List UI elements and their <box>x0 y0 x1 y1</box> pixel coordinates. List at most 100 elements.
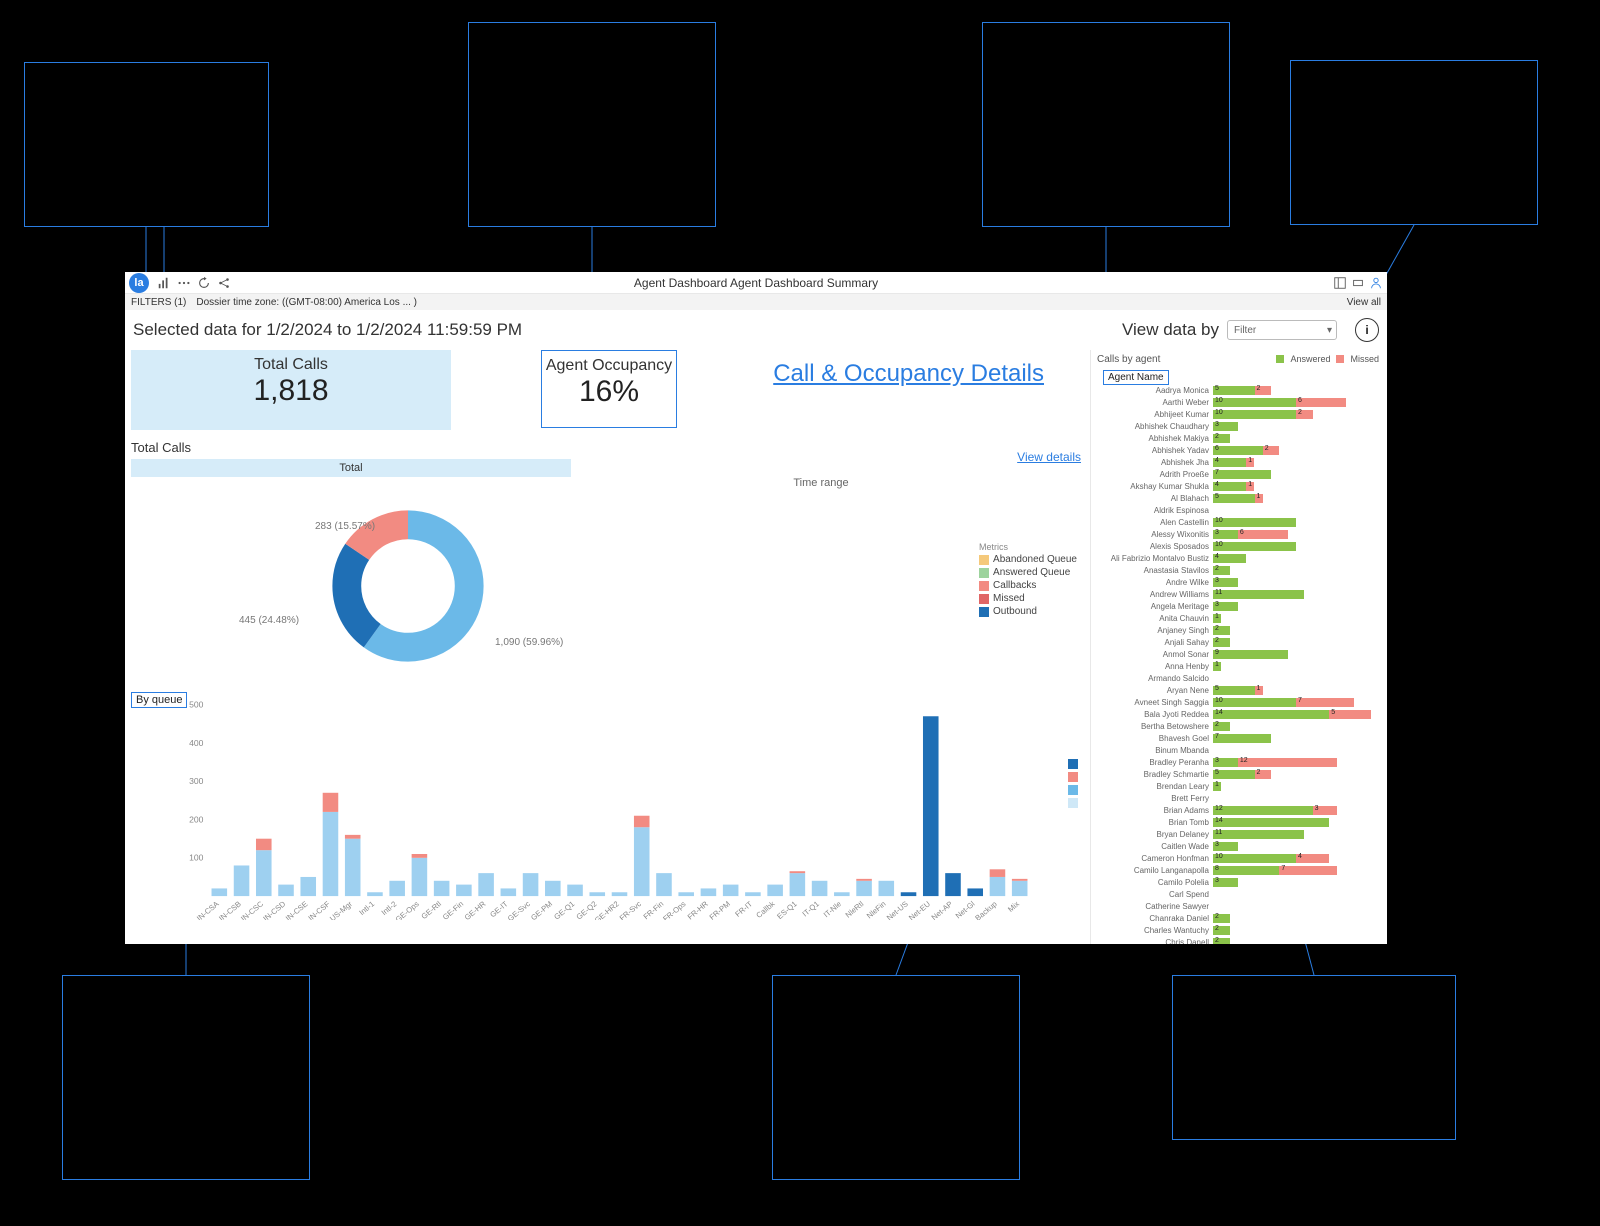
agent-row[interactable]: Bradley Schmartie 5 2 <box>1097 769 1379 780</box>
agent-name-cell: Andre Wilke <box>1097 578 1213 587</box>
agent-row[interactable]: Brendan Leary 1 <box>1097 781 1379 792</box>
refresh-icon[interactable] <box>197 276 211 290</box>
agent-row[interactable]: Abhishek Yadav 6 2 <box>1097 445 1379 456</box>
agent-row[interactable]: Anastasia Stavilos 2 <box>1097 565 1379 576</box>
agent-row[interactable]: Aarthi Weber 10 6 <box>1097 397 1379 408</box>
agent-row[interactable]: Bala Jyoti Reddea 14 5 <box>1097 709 1379 720</box>
share-icon[interactable] <box>217 276 231 290</box>
agent-row[interactable]: Brett Ferry <box>1097 793 1379 804</box>
agent-row[interactable]: Camilo Polelia 3 <box>1097 877 1379 888</box>
agent-name-cell: Anjaney Singh <box>1097 626 1213 635</box>
agent-row[interactable]: Avneet Singh Saggia 10 7 <box>1097 697 1379 708</box>
agent-row[interactable]: Ali Fabrizio Montalvo Bustiz 4 <box>1097 553 1379 564</box>
donut-legend: Metrics Abandoned Queue Answered Queue C… <box>979 540 1077 619</box>
agent-name-header[interactable]: Agent Name <box>1103 370 1169 385</box>
svg-text:GE-Fin: GE-Fin <box>441 899 465 920</box>
chevron-down-icon: ▾ <box>1327 325 1332 336</box>
agent-name-cell: Angela Meritage <box>1097 602 1213 611</box>
svg-text:GE-Rtl: GE-Rtl <box>420 899 444 920</box>
agent-row[interactable]: Abhishek Jha 4 1 <box>1097 457 1379 468</box>
agent-row[interactable]: Bryan Delaney 11 <box>1097 829 1379 840</box>
agent-row[interactable]: Aadrya Monica 5 2 <box>1097 385 1379 396</box>
svg-text:FR-HR: FR-HR <box>686 899 710 920</box>
svg-text:500: 500 <box>189 700 204 710</box>
agent-name-cell: Abhishek Makiya <box>1097 434 1213 443</box>
svg-text:GE-HR: GE-HR <box>463 899 488 920</box>
window-titlebar: la Agent Dashboard Agent Dashboard Summa… <box>125 272 1387 294</box>
svg-text:FR-IT: FR-IT <box>733 899 754 919</box>
app-logo-icon: la <box>129 273 149 293</box>
agent-row[interactable]: Anjaney Singh 2 <box>1097 625 1379 636</box>
view-all-link[interactable]: View all <box>1347 297 1381 308</box>
agent-name-cell: Abhishek Yadav <box>1097 446 1213 455</box>
agent-row[interactable]: Armando Salcido <box>1097 673 1379 684</box>
agent-name-cell: Avneet Singh Saggia <box>1097 698 1213 707</box>
view-by-select[interactable]: Filter ▾ <box>1227 320 1337 340</box>
agent-row[interactable]: Andre Wilke 3 <box>1097 577 1379 588</box>
agent-row[interactable]: Anjali Sahay 2 <box>1097 637 1379 648</box>
agent-row[interactable]: Brian Tomb 14 <box>1097 817 1379 828</box>
agent-row[interactable]: Akshay Kumar Shukla 4 1 <box>1097 481 1379 492</box>
chart-icon[interactable] <box>157 276 171 290</box>
kpi-total-calls[interactable]: Total Calls 1,818 <box>131 350 451 430</box>
agent-row[interactable]: Bhavesh Goel 7 <box>1097 733 1379 744</box>
by-queue-chart[interactable]: By queue 100200300400500IN-CSAIN-CSBIN-C… <box>125 696 1090 944</box>
agent-name-cell: Bala Jyoti Reddea <box>1097 710 1213 719</box>
agent-row[interactable]: Anna Henby 1 <box>1097 661 1379 672</box>
agent-row[interactable]: Abhijeet Kumar 10 2 <box>1097 409 1379 420</box>
donut-chart[interactable]: 283 (15.57%) 445 (24.48%) 1,090 (59.96%) <box>125 477 691 696</box>
agent-row[interactable]: Camilo Langanapolla 8 7 <box>1097 865 1379 876</box>
calls-by-agent-title: Calls by agent <box>1097 354 1160 365</box>
agent-row[interactable]: Chris Danell 2 <box>1097 937 1379 944</box>
agent-row[interactable]: Adrith Proeße 7 <box>1097 469 1379 480</box>
account-icon[interactable] <box>1369 276 1383 290</box>
donut-label-abandoned: 283 (15.57%) <box>315 521 375 532</box>
agent-row[interactable]: Charles Wantuchy 2 <box>1097 925 1379 936</box>
agent-row[interactable]: Angela Meritage 3 <box>1097 601 1379 612</box>
agent-row[interactable]: Abhishek Makiya 2 <box>1097 433 1379 444</box>
agent-row[interactable]: Abhishek Chaudhary 3 <box>1097 421 1379 432</box>
agent-row[interactable]: Alessy Wixonitis 3 6 <box>1097 529 1379 540</box>
agent-row[interactable]: Chanraka Daniel 2 <box>1097 913 1379 924</box>
agent-name-cell: Aarthi Weber <box>1097 398 1213 407</box>
agent-name-cell: Anmol Sonar <box>1097 650 1213 659</box>
agent-row[interactable]: Carl Spend <box>1097 889 1379 900</box>
agent-row[interactable]: Al Blahach 5 1 <box>1097 493 1379 504</box>
agent-name-cell: Chris Danell <box>1097 938 1213 944</box>
tab-total[interactable]: Total <box>131 459 571 477</box>
agent-row[interactable]: Andrew Williams 11 <box>1097 589 1379 600</box>
agent-row[interactable]: Brian Adams 12 3 <box>1097 805 1379 816</box>
agent-row[interactable]: Anita Chauvin 1 <box>1097 613 1379 624</box>
callout-box-top-2 <box>468 22 716 227</box>
svg-text:Intl-1: Intl-1 <box>357 899 376 917</box>
timezone-label[interactable]: Dossier time zone: ((GMT-08:00) America … <box>196 297 417 308</box>
agent-name-cell: Brett Ferry <box>1097 794 1213 803</box>
filter-bar: FILTERS (1) Dossier time zone: ((GMT-08:… <box>125 294 1387 310</box>
agent-row[interactable]: Bradley Peranha 3 12 <box>1097 757 1379 768</box>
filters-label[interactable]: FILTERS (1) <box>131 297 186 308</box>
agent-row[interactable]: Alen Castellin 10 <box>1097 517 1379 528</box>
info-icon[interactable]: i <box>1355 318 1379 342</box>
sidebar-toggle-icon[interactable] <box>1333 276 1347 290</box>
svg-text:FR-Svc: FR-Svc <box>618 899 643 920</box>
agent-row[interactable]: Bertha Betowshere 2 <box>1097 721 1379 732</box>
agent-row[interactable]: Caitlen Wade 3 <box>1097 841 1379 852</box>
agent-legend-missed: Missed <box>1350 354 1379 364</box>
agent-row[interactable]: Catherine Sawyer <box>1097 901 1379 912</box>
kpi-agent-occupancy[interactable]: Agent Occupancy 16% <box>541 350 677 428</box>
agent-row[interactable]: Anmol Sonar 9 <box>1097 649 1379 660</box>
window-options-icon[interactable] <box>1351 276 1365 290</box>
agent-name-cell: Abhishek Chaudhary <box>1097 422 1213 431</box>
agent-row[interactable]: Aryan Nene 5 1 <box>1097 685 1379 696</box>
call-occupancy-details-link[interactable]: Call & Occupancy Details <box>773 350 1044 389</box>
legend-outbound: Outbound <box>993 606 1037 617</box>
view-details-link[interactable]: View details <box>1017 450 1081 464</box>
agent-row[interactable]: Alexis Sposados 10 <box>1097 541 1379 552</box>
three-dots-icon[interactable] <box>177 276 191 290</box>
agent-name-cell: Abhishek Jha <box>1097 458 1213 467</box>
agent-row[interactable]: Aldrik Espinosa <box>1097 505 1379 516</box>
svg-text:GE-HR2: GE-HR2 <box>593 899 621 920</box>
agent-row[interactable]: Binum Mbanda <box>1097 745 1379 756</box>
agent-name-cell: Aryan Nene <box>1097 686 1213 695</box>
agent-row[interactable]: Cameron Honfman 10 4 <box>1097 853 1379 864</box>
